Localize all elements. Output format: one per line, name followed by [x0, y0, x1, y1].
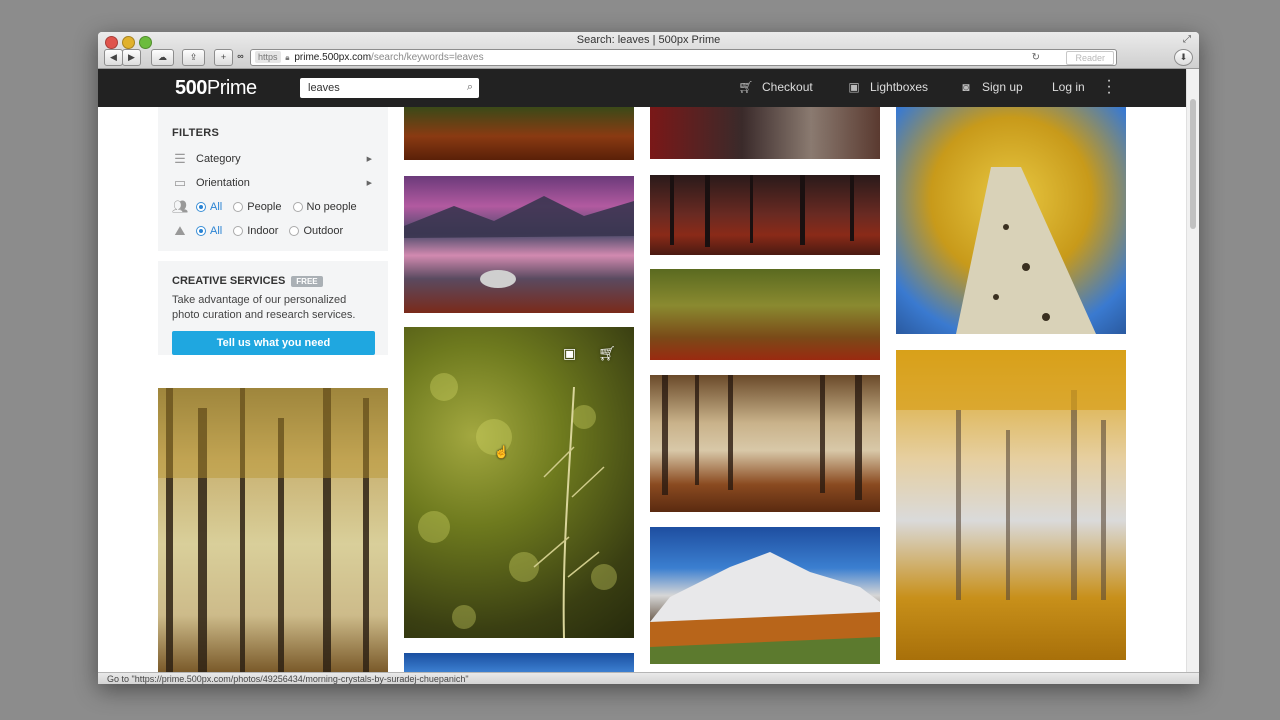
people-icon: 👥︎ — [172, 199, 189, 214]
tell-us-button[interactable]: Tell us what you need — [172, 331, 375, 355]
search-icon[interactable]: ⌕ — [467, 81, 473, 94]
forward-button[interactable]: ▶ — [122, 49, 141, 66]
filters-heading: FILTERS — [172, 127, 220, 139]
reader-button[interactable]: Reader — [1066, 51, 1114, 65]
cart-icon: 🛒︎ — [738, 79, 754, 94]
lock-icon: 🔒︎ — [285, 53, 290, 62]
no-people-radio[interactable]: No people — [292, 201, 357, 213]
free-badge: FREE — [291, 275, 323, 287]
page-scrollbar[interactable] — [1186, 69, 1199, 672]
photo-morning-crystals[interactable]: ▣ 🛒︎ ☝ — [404, 327, 634, 638]
top-nav: 500Prime ⌕ 🛒︎Checkout ▣Lightboxes ◙Sign … — [98, 69, 1187, 107]
place-all-radio[interactable]: All — [196, 225, 222, 237]
new-tab-button[interactable]: + — [214, 49, 233, 66]
outdoor-radio[interactable]: Outdoor — [289, 225, 343, 237]
photo-dark-forest[interactable] — [650, 175, 880, 255]
https-badge: https — [255, 51, 281, 63]
landscape-icon: ⛰︎ — [174, 223, 186, 238]
photo-foggy-forest[interactable] — [158, 388, 388, 672]
lightboxes-link[interactable]: ▣ Lightboxes — [846, 80, 928, 94]
indoor-radio[interactable]: Indoor — [233, 225, 278, 237]
scroll-thumb[interactable] — [1190, 99, 1196, 229]
search-box: ⌕ — [300, 78, 479, 98]
chevron-right-icon: ▶ — [366, 156, 372, 163]
orientation-icon: ▭ — [173, 175, 187, 190]
sidebar: FILTERS ☰ Category ▶ ▭ Orientation ▶ 👥︎ … — [158, 107, 388, 355]
share-icon[interactable]: ⇪ — [182, 49, 205, 66]
photo-blue-sky[interactable] — [404, 653, 634, 672]
people-only-radio[interactable]: People — [233, 201, 282, 213]
fullscreen-icon[interactable]: ⤢ — [1183, 34, 1191, 45]
url-host: prime.500px.com — [294, 52, 372, 63]
title-bar: Search: leaves | 500px Prime ⤢ ◀ ▶ ☁ ⇪ +… — [98, 32, 1199, 69]
photo-green-woods[interactable] — [650, 269, 880, 360]
photo-snowy-mountain[interactable] — [650, 527, 880, 664]
browser-toolbar: ◀ ▶ ☁ ⇪ + ∞ https 🔒︎ prime.500px.com/sea… — [104, 49, 1193, 66]
window-title: Search: leaves | 500px Prime — [576, 34, 721, 46]
page-content: 500Prime ⌕ 🛒︎Checkout ▣Lightboxes ◙Sign … — [98, 69, 1199, 672]
photo-actions: ▣ 🛒︎ — [563, 345, 616, 362]
photo-autumn-path[interactable] — [404, 107, 634, 160]
checkout-link[interactable]: 🛒︎ Checkout — [738, 79, 812, 94]
more-menu-icon[interactable]: · · · — [1106, 73, 1112, 101]
creative-heading: CREATIVE SERVICES FREE — [172, 275, 374, 287]
filters-panel: FILTERS ☰ Category ▶ ▭ Orientation ▶ 👥︎ … — [158, 107, 388, 251]
photo-misty-path[interactable] — [650, 375, 880, 512]
orientation-filter[interactable]: ▭ Orientation ▶ — [172, 171, 374, 195]
add-to-cart-icon[interactable]: 🛒︎ — [598, 345, 616, 362]
signup-link[interactable]: ◙ Sign up — [958, 79, 1022, 94]
search-input[interactable] — [300, 78, 466, 98]
reading-list-icon[interactable]: ∞ — [232, 49, 249, 64]
people-filter: 👥︎ All People No people — [172, 195, 374, 219]
downloads-icon[interactable]: ⬇ — [1174, 49, 1193, 66]
photo-mountain-lake[interactable] — [404, 176, 634, 313]
reload-icon[interactable]: ↻ — [1032, 50, 1040, 65]
image-icon: ▣ — [848, 79, 860, 94]
browser-window: Search: leaves | 500px Prime ⤢ ◀ ▶ ☁ ⇪ +… — [98, 32, 1199, 684]
logo[interactable]: 500Prime — [175, 77, 257, 100]
place-filter: ⛰︎ All Indoor Outdoor — [172, 219, 374, 243]
status-bar: Go to "https://prime.500px.com/photos/49… — [98, 672, 1199, 684]
creative-services-panel: CREATIVE SERVICES FREE Take advantage of … — [158, 261, 388, 355]
user-icon: ◙ — [962, 79, 970, 94]
hand-cursor-icon: ☝ — [494, 445, 509, 459]
creative-description: Take advantage of our personalized photo… — [172, 294, 356, 321]
list-icon: ☰ — [174, 151, 186, 166]
category-filter[interactable]: ☰ Category ▶ — [172, 147, 374, 171]
people-all-radio[interactable]: All — [196, 201, 222, 213]
back-button[interactable]: ◀ — [104, 49, 123, 66]
chevron-right-icon: ▶ — [366, 180, 372, 187]
url-path: /search/keywords=leaves — [371, 52, 484, 63]
address-bar[interactable]: https 🔒︎ prime.500px.com/search/keywords… — [250, 49, 1117, 66]
login-link[interactable]: Log in — [1052, 80, 1085, 94]
photo-golden-forest[interactable] — [896, 350, 1126, 660]
photo-birch-tree[interactable] — [896, 107, 1126, 334]
photo-red-road[interactable] — [650, 107, 880, 159]
icloud-tabs-icon[interactable]: ☁ — [151, 49, 174, 66]
add-to-lightbox-icon[interactable]: ▣ — [563, 345, 576, 362]
